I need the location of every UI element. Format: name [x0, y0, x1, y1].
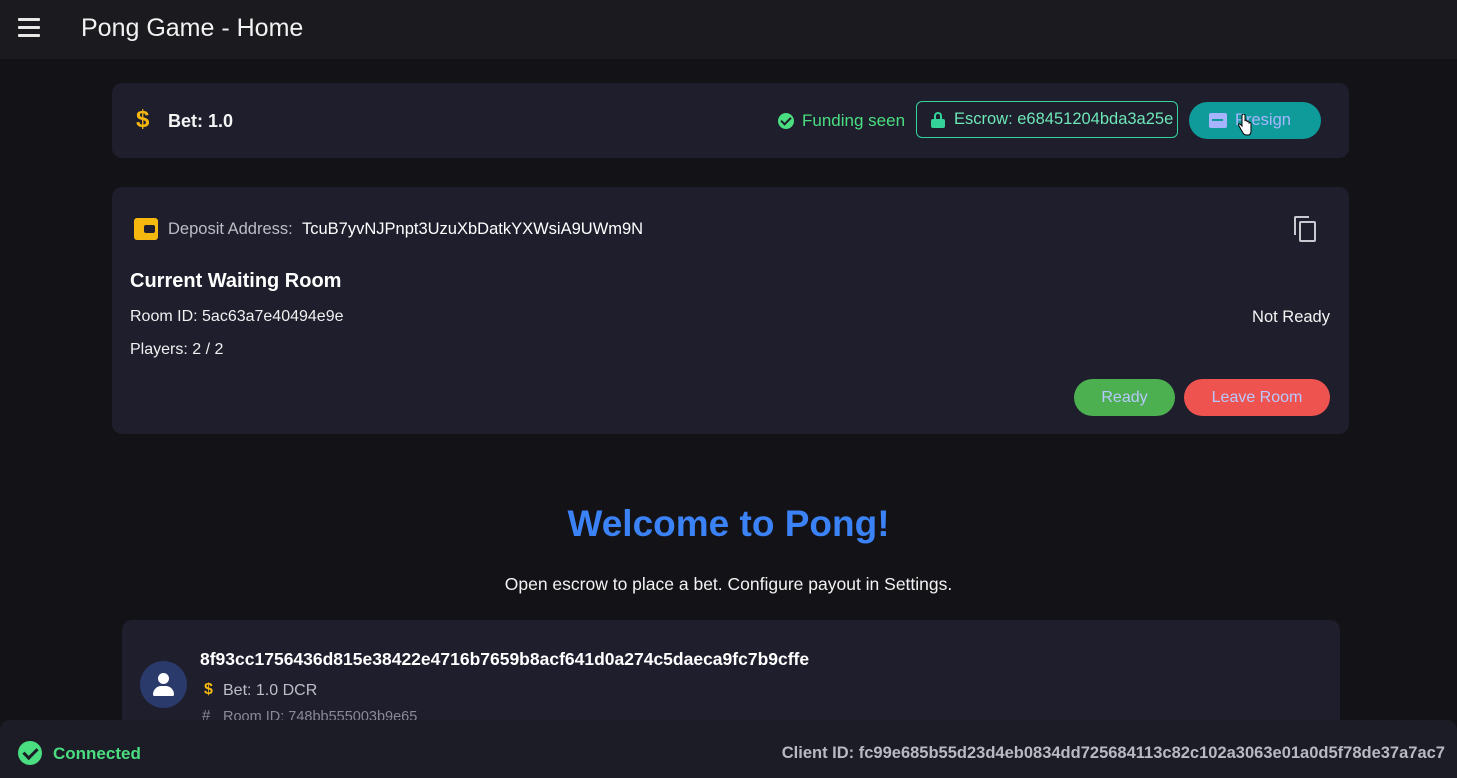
leave-room-button[interactable]: Leave Room — [1184, 379, 1330, 416]
dollar-icon: $ — [204, 681, 213, 698]
waiting-room-card: Deposit Address: TcuB7yvNJPnpt3UzuXbDatk… — [112, 187, 1349, 434]
signature-icon — [1209, 113, 1227, 128]
status-bar: Connected Client ID: fc99e685b55d23d4eb0… — [0, 720, 1457, 778]
room-bet: Bet: 1.0 DCR — [223, 682, 318, 699]
host-id: 8f93cc1756436d815e38422e4716b7659b8acf64… — [200, 649, 810, 669]
ready-button[interactable]: Ready — [1074, 379, 1175, 416]
welcome-subtitle: Open escrow to place a bet. Configure pa… — [504, 574, 953, 594]
funding-status-label: Funding seen — [802, 111, 906, 130]
menu-icon[interactable] — [18, 18, 42, 40]
person-icon — [158, 673, 169, 684]
funding-status: Funding seen — [778, 111, 905, 131]
presign-button[interactable]: Presign — [1189, 102, 1321, 139]
wallet-icon — [134, 218, 158, 240]
check-circle-icon — [778, 113, 794, 129]
players-count: Players: 2 / 2 — [130, 341, 224, 358]
bet-card: $ Bet: 1.0 Funding seen Escrow: e6845120… — [112, 83, 1349, 158]
lock-icon — [931, 111, 945, 128]
app-bar: Pong Game - Home — [0, 0, 1457, 59]
deposit-address-label: Deposit Address: — [168, 220, 293, 238]
bet-amount: Bet: 1.0 — [168, 111, 234, 131]
dollar-icon: $ — [136, 106, 150, 133]
escrow-label: Escrow: e68451204bda3a25e — [954, 110, 1174, 128]
room-title: Current Waiting Room — [130, 270, 342, 292]
page-title: Pong Game - Home — [81, 14, 304, 42]
pointer-cursor-icon — [1238, 114, 1252, 136]
welcome-title: Welcome to Pong! — [567, 503, 890, 544]
check-circle-icon — [18, 741, 42, 765]
room-id: Room ID: 5ac63a7e40494e9e — [130, 308, 344, 325]
ready-status: Not Ready — [1252, 308, 1330, 326]
client-id: Client ID: fc99e685b55d23d4eb0834dd72568… — [781, 744, 1445, 762]
connection-status: Connected — [53, 744, 141, 763]
deposit-address-value: TcuB7yvNJPnpt3UzuXbDatkYXWsiA9UWm9N — [302, 220, 644, 238]
copy-icon[interactable] — [1294, 216, 1318, 243]
escrow-chip[interactable]: Escrow: e68451204bda3a25e — [916, 101, 1178, 138]
avatar — [140, 661, 187, 708]
